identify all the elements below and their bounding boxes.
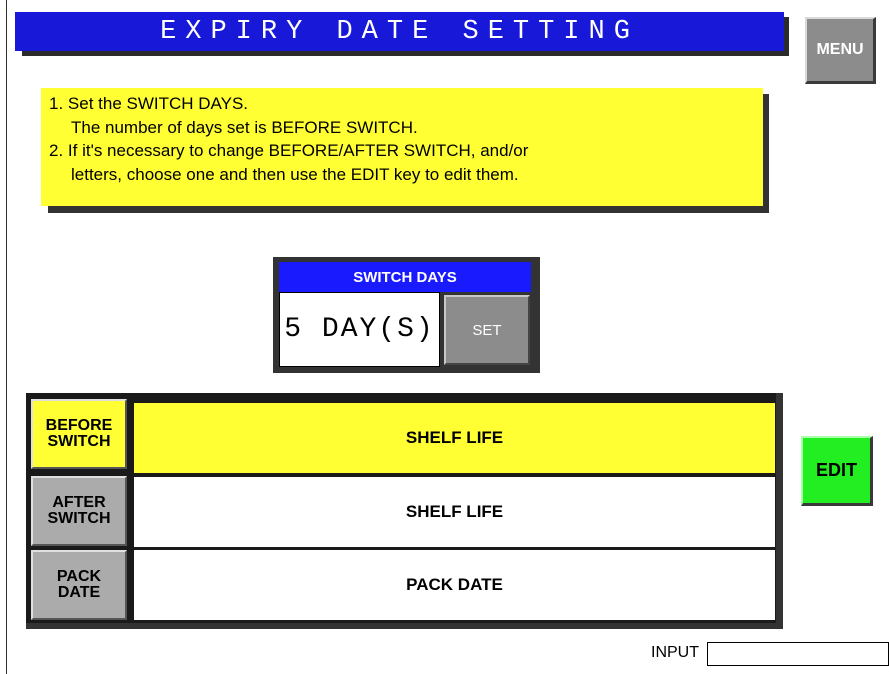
instruction-line-2: The number of days set is BEFORE SWITCH. bbox=[71, 117, 418, 137]
pack-date-label-line1: PACK bbox=[56, 568, 102, 585]
pack-date-label-line2: DATE bbox=[57, 584, 101, 601]
before-switch-label-line1: BEFORE bbox=[45, 417, 113, 434]
input-label: INPUT bbox=[651, 644, 699, 661]
after-switch-value[interactable]: SHELF LIFE bbox=[134, 477, 775, 547]
pack-date-button[interactable]: PACK DATE bbox=[31, 550, 127, 620]
instruction-line-3: 2. If it's necessary to change BEFORE/AF… bbox=[49, 141, 529, 160]
pack-date-value[interactable]: PACK DATE bbox=[134, 550, 775, 620]
set-button[interactable]: SET bbox=[444, 295, 530, 365]
before-switch-value[interactable]: SHELF LIFE bbox=[134, 403, 775, 473]
before-switch-label-line2: SWITCH bbox=[47, 433, 111, 450]
instruction-line-4: letters, choose one and then use the EDI… bbox=[71, 164, 519, 184]
menu-button[interactable]: MENU bbox=[805, 17, 876, 84]
after-switch-label-line1: AFTER bbox=[52, 494, 106, 511]
before-switch-button[interactable]: BEFORE SWITCH bbox=[31, 399, 127, 469]
after-switch-button[interactable]: AFTER SWITCH bbox=[31, 476, 127, 546]
switch-days-value[interactable]: 5 DAY(S) bbox=[279, 292, 440, 367]
page-title: EXPIRY DATE SETTING bbox=[15, 12, 784, 51]
input-field[interactable] bbox=[707, 642, 889, 666]
after-switch-label-line2: SWITCH bbox=[47, 510, 111, 527]
instruction-line-1: 1. Set the SWITCH DAYS. bbox=[49, 94, 249, 113]
switch-days-header: SWITCH DAYS bbox=[279, 262, 531, 292]
edit-button[interactable]: EDIT bbox=[801, 436, 873, 506]
instructions-box: 1. Set the SWITCH DAYS. The number of da… bbox=[41, 88, 763, 206]
